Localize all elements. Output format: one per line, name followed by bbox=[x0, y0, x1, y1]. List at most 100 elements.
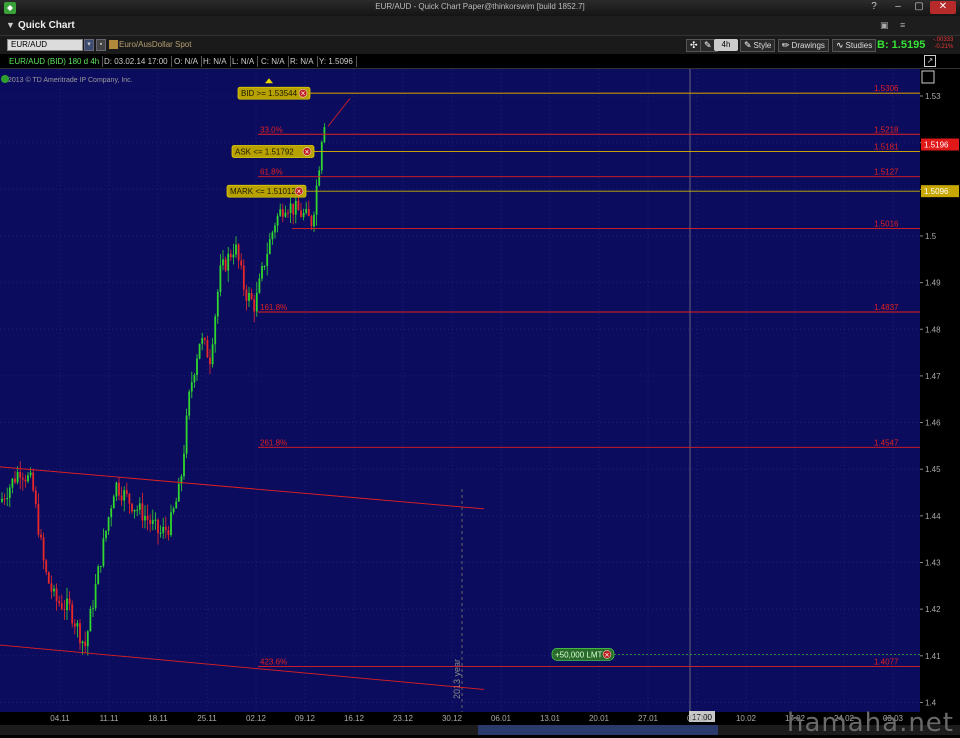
candle-body bbox=[63, 608, 66, 610]
panel-menu-icon[interactable]: ≡ bbox=[900, 20, 905, 30]
candle-body bbox=[11, 478, 14, 488]
candle-body bbox=[131, 503, 133, 512]
style-button[interactable]: ✎ Style bbox=[740, 39, 776, 52]
price-tick-label: 1.47 bbox=[925, 372, 941, 381]
price-axis[interactable] bbox=[920, 69, 960, 712]
order-label: BID >= 1.53544 bbox=[241, 89, 298, 98]
time-tick-label: 04.11 bbox=[50, 714, 70, 723]
candle-body bbox=[112, 496, 115, 509]
candle-body bbox=[8, 487, 11, 498]
fib-level-label: 161.8% bbox=[260, 303, 287, 312]
candle-body bbox=[159, 532, 162, 534]
fib-price-label: 1.5016 bbox=[874, 219, 899, 228]
candle-body bbox=[284, 212, 287, 217]
order-label: MARK <= 1.51012 bbox=[230, 187, 296, 196]
time-tick-label: 02.12 bbox=[246, 714, 267, 723]
candle-body bbox=[183, 453, 185, 477]
cancel-order-glyph: × bbox=[297, 187, 302, 196]
candle-body bbox=[115, 482, 118, 497]
candle-body bbox=[154, 519, 157, 521]
time-tick-label: 10.02 bbox=[736, 714, 757, 723]
candle-body bbox=[300, 210, 302, 217]
candle-body bbox=[245, 289, 248, 301]
symbol-lookup-icon[interactable]: ▪ bbox=[96, 39, 106, 51]
price-chart[interactable]: 2013 year 17:00 1.5306 33.0% 1.5218 1.5181 61.… bbox=[0, 69, 960, 738]
candle-body bbox=[84, 641, 87, 647]
candle-body bbox=[120, 495, 123, 501]
candle-body bbox=[229, 253, 232, 258]
chart-toolbar: EUR/AUD ▾ ▪ Euro/AusDollar Spot ✣ ✎ 4h ✎… bbox=[0, 36, 960, 54]
time-tick-label: 06.01 bbox=[491, 714, 512, 723]
candle-body bbox=[47, 572, 50, 584]
price-tick-label: 1.43 bbox=[925, 559, 941, 568]
candle-body bbox=[105, 530, 107, 539]
candle-body bbox=[118, 482, 120, 496]
fib-level-label: 423.6% bbox=[260, 658, 287, 667]
maximize-button[interactable]: ▢ bbox=[910, 1, 928, 14]
interval-selector[interactable]: 4h bbox=[714, 39, 738, 51]
candle-body bbox=[50, 583, 53, 592]
chart-symbol-label: EUR/AUD (BID) 180 d 4h bbox=[6, 56, 104, 67]
candle-body bbox=[201, 338, 204, 344]
candle-body bbox=[307, 209, 310, 217]
fib-price-label: 1.5127 bbox=[874, 168, 899, 177]
drawings-button[interactable]: ✏ Drawings bbox=[778, 39, 829, 52]
order-bubble[interactable]: +50,000 LMT × bbox=[551, 648, 615, 661]
candle-body bbox=[255, 292, 258, 312]
candle-body bbox=[94, 584, 97, 609]
price-tick-label: 1.44 bbox=[925, 512, 941, 521]
candle-body bbox=[6, 497, 9, 500]
order-bubble[interactable]: ASK <= 1.51792 × bbox=[231, 145, 315, 158]
candle-body bbox=[266, 253, 269, 266]
candle-body bbox=[253, 299, 256, 312]
candle-body bbox=[1, 498, 3, 502]
candle-body bbox=[258, 278, 261, 293]
candle-body bbox=[141, 503, 144, 521]
expand-icon[interactable]: ↗ bbox=[924, 55, 936, 67]
cancel-order-glyph: × bbox=[301, 89, 306, 98]
studies-button[interactable]: ∿ Studies bbox=[832, 39, 877, 52]
candle-body bbox=[242, 265, 245, 290]
candle-body bbox=[123, 490, 126, 501]
chart-svg[interactable]: 2013 year17:001.530633.0% 1.52181.518161.… bbox=[0, 69, 960, 738]
candle-body bbox=[294, 200, 297, 215]
candle-body bbox=[146, 515, 149, 520]
fib-price-label: 1.4837 bbox=[874, 303, 899, 312]
price-tick-label: 1.46 bbox=[925, 419, 941, 428]
help-icon[interactable]: ? bbox=[864, 1, 884, 14]
time-tick-label: 11.11 bbox=[100, 714, 119, 723]
time-tick-label: 27.01 bbox=[638, 714, 659, 723]
price-tick-label: 1.49 bbox=[925, 279, 941, 288]
close-button[interactable]: ✕ bbox=[930, 1, 956, 14]
candle-body bbox=[232, 254, 235, 258]
cancel-order-glyph: × bbox=[305, 148, 310, 157]
symbol-input[interactable]: EUR/AUD bbox=[7, 39, 83, 51]
candle-body bbox=[32, 472, 35, 491]
symbol-dropdown-icon[interactable]: ▾ bbox=[84, 39, 94, 51]
price-tick-label: 1.45 bbox=[925, 465, 941, 474]
plot-area[interactable] bbox=[0, 69, 920, 712]
candle-body bbox=[235, 244, 237, 255]
fib-price-label: 1.5181 bbox=[874, 143, 899, 152]
time-tick-label: 09.12 bbox=[295, 714, 316, 723]
studies-icon: ∿ bbox=[836, 40, 844, 50]
candle-body bbox=[55, 588, 58, 601]
year-label: 2013 year bbox=[452, 659, 462, 699]
candle-body bbox=[248, 292, 250, 301]
candle-body bbox=[203, 338, 206, 341]
candle-body bbox=[271, 232, 274, 240]
candle-body bbox=[167, 530, 170, 536]
bar-date: D: 03.02.14 17:00 bbox=[101, 56, 172, 67]
candle-body bbox=[144, 515, 146, 521]
fib-price-label: 1.4077 bbox=[874, 658, 899, 667]
candle-body bbox=[86, 631, 89, 647]
collapse-caret-icon[interactable]: ▼ bbox=[6, 20, 15, 30]
window-titlebar: EUR/AUD - Quick Chart Paper@thinkorswim … bbox=[0, 0, 960, 16]
link-icon[interactable]: ▣ bbox=[880, 20, 889, 31]
order-bubble[interactable]: BID >= 1.53544 × bbox=[237, 86, 311, 100]
candle-body bbox=[279, 209, 282, 216]
candle-body bbox=[310, 216, 313, 227]
bar-open: O: N/A bbox=[171, 56, 203, 67]
order-bubble[interactable]: MARK <= 1.51012 × bbox=[226, 184, 307, 198]
minimize-button[interactable]: – bbox=[888, 1, 908, 14]
